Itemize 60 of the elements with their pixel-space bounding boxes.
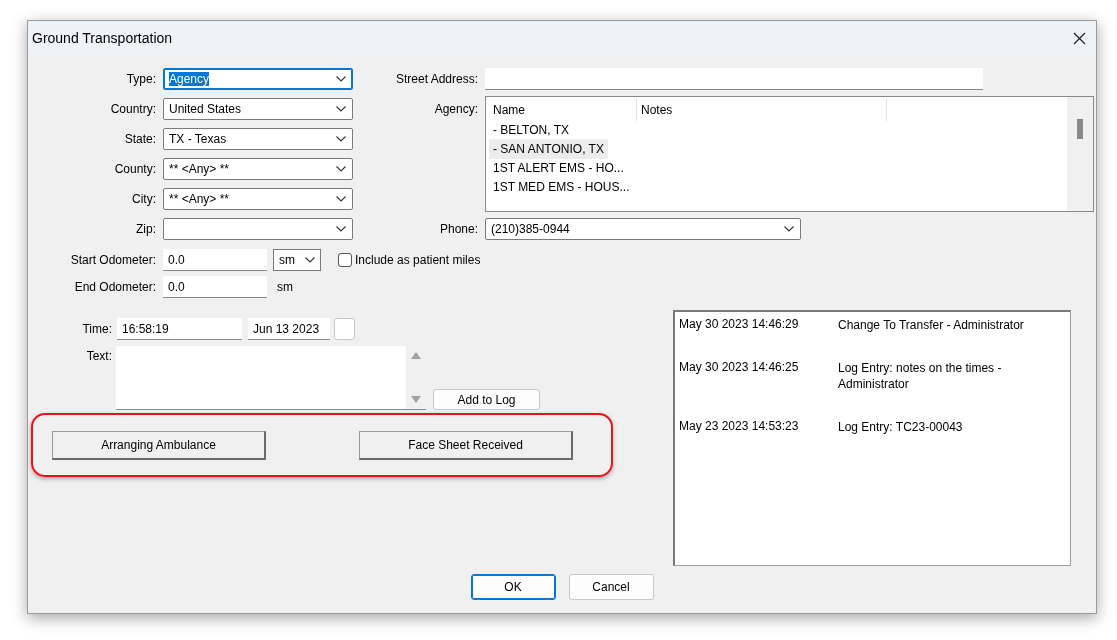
chevron-down-icon [336, 136, 346, 142]
unit-dropdown[interactable]: sm [273, 249, 321, 271]
input-field[interactable]: 0.0 [163, 249, 267, 271]
dialog-button[interactable]: OK [470, 574, 556, 600]
calendar-button[interactable] [334, 318, 355, 340]
date-field[interactable]: Jun 13 2023 [248, 318, 330, 340]
scroll-down-icon[interactable] [411, 396, 421, 403]
list-item[interactable]: 1ST ALERT EMS - HO... [489, 158, 628, 178]
list-item[interactable]: - SAN ANTONIO, TX [489, 139, 608, 159]
checkbox-box[interactable] [338, 253, 352, 267]
close-icon [1073, 31, 1086, 45]
log-timestamp: May 30 2023 14:46:29 [679, 317, 800, 333]
field-label: County: [113, 162, 156, 176]
action-button[interactable]: Face Sheet Received [359, 430, 573, 460]
column-header[interactable]: Notes [637, 99, 887, 121]
field-label: Country: [109, 102, 156, 116]
list-item[interactable]: 1ST MED EMS - HOUS... [489, 177, 634, 197]
unit-label: sm [277, 280, 293, 294]
dropdown-field[interactable]: ** <Any> ** [163, 158, 353, 180]
window-title: Ground Transportation [32, 30, 173, 46]
chevron-down-icon [336, 106, 346, 112]
dropdown-field[interactable]: Agency [163, 68, 353, 90]
scroll-up-icon[interactable] [411, 352, 421, 359]
input-field[interactable]: 0.0 [163, 276, 267, 298]
field-label: Zip: [135, 222, 156, 236]
log-entry: Log Entry: TC23-00043 [838, 419, 964, 435]
chevron-down-icon [336, 166, 346, 172]
field-label: Text: [85, 348, 112, 363]
field-label: Agency: [433, 101, 478, 118]
dropdown-field[interactable] [163, 218, 353, 240]
dropdown-field[interactable]: United States [163, 98, 353, 120]
dropdown-field[interactable]: ** <Any> ** [163, 188, 353, 210]
field-label: Type: [125, 72, 156, 86]
log-entry: Log Entry: notes on the times - Administrator [838, 360, 1003, 392]
log-timestamp: May 23 2023 14:53:23 [679, 419, 800, 435]
list-item[interactable]: - BELTON, TX [489, 120, 574, 140]
log-entry: Change To Transfer - Administrator [838, 317, 1025, 333]
chevron-down-icon [336, 226, 346, 232]
chevron-down-icon [784, 226, 794, 232]
log-timestamp: May 30 2023 14:46:25 [679, 360, 800, 376]
field-label: State: [123, 132, 156, 146]
checkbox[interactable]: Include as patient miles [338, 253, 481, 267]
field-label: Phone: [438, 222, 478, 236]
chevron-down-icon [336, 196, 346, 202]
dropdown-field[interactable]: TX - Texas [163, 128, 353, 150]
field-label: Street Address: [394, 72, 478, 86]
dropdown-field[interactable]: (210)385-0944 [485, 218, 801, 240]
field-label: City: [131, 192, 156, 206]
dialog-button[interactable]: Cancel [568, 574, 654, 600]
column-header[interactable]: Name [489, 99, 637, 121]
input-field[interactable] [485, 68, 983, 90]
field-label: End Odometer: [73, 280, 156, 294]
chevron-down-icon [336, 76, 346, 82]
field-label: Time: [81, 322, 112, 336]
scrollbar[interactable] [1067, 97, 1093, 211]
field-label: Start Odometer: [69, 253, 156, 267]
time-field[interactable]: 16:58:19 [117, 318, 242, 340]
action-button[interactable]: Arranging Ambulance [52, 430, 266, 460]
add-to-log-button[interactable]: Add to Log [433, 389, 540, 410]
chevron-down-icon [305, 257, 315, 263]
